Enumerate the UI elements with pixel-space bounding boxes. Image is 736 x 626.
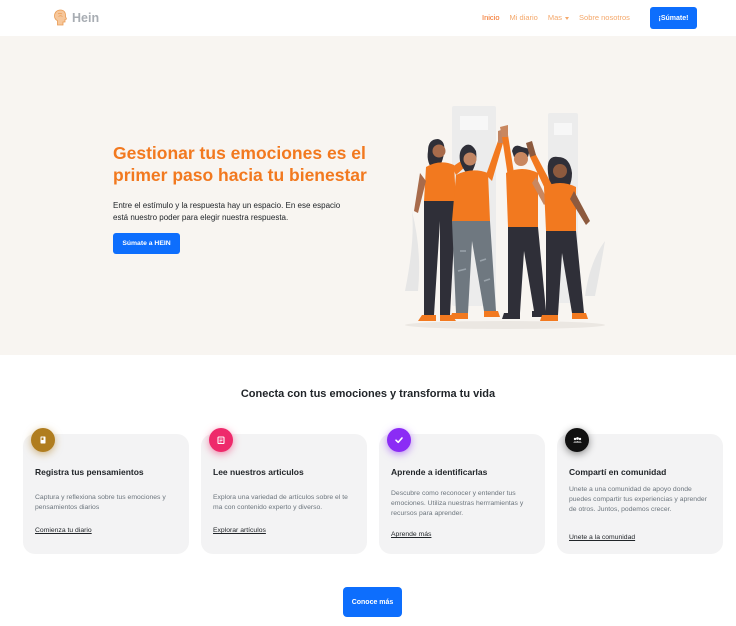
nav-links: Inicio Mi diario Mas Sobre nosotros (482, 13, 640, 22)
card-description: Descubre como reconocer y entender tus e… (391, 490, 524, 517)
nav-inicio[interactable]: Inicio (482, 13, 500, 22)
navbar: Hein Inicio Mi diario Mas Sobre nosotros… (0, 0, 736, 36)
nav-mas-dropdown[interactable]: Mas (547, 13, 570, 22)
nav-sobre-nosotros[interactable]: Sobre nosotros (579, 13, 630, 22)
join-button[interactable]: ¡Súmate! (650, 7, 697, 29)
card-comunidad: Compartí en comunidad Unete a una comuni… (557, 428, 723, 554)
explore-articles-link[interactable]: Explorar artículos (213, 527, 266, 534)
learn-more-button[interactable]: Conoce más (343, 587, 402, 617)
card-title: Aprende a identificarlas (391, 467, 488, 477)
nav-mi-diario[interactable]: Mi diario (510, 13, 538, 22)
card-title: Registra tus pensamientos (35, 467, 144, 477)
notebook-icon (31, 428, 55, 452)
card-registra: Registra tus pensamientos Captura y refl… (23, 428, 189, 554)
brand-name: Hein (72, 10, 100, 25)
start-diary-link[interactable]: Comienza tu diario (35, 527, 92, 534)
card-description: Explora una variedad de artículos sobre … (213, 494, 348, 511)
brain-logo-icon (54, 9, 68, 26)
hero-title: Gestionar tus emociones es el primer pas… (113, 143, 367, 185)
card-identificar: Aprende a identificarlas Descubre como r… (379, 428, 545, 554)
join-community-link[interactable]: Unete a la comunidad (569, 534, 635, 541)
hero-section: Gestionar tus emociones es el primer pas… (0, 36, 736, 355)
community-icon (565, 428, 589, 452)
team-high-five-illustration (405, 106, 605, 329)
section-title: Conecta con tus emociones y transforma t… (240, 388, 496, 400)
card-description: Captura y reflexiona sobre tus emociones… (35, 494, 166, 511)
hero-subtitle: Entre el estímulo y la respuesta hay un … (113, 201, 341, 222)
card-articulos: Lee nuestros articulos Explora una varie… (201, 428, 367, 554)
hero-join-button[interactable]: Súmate a HEIN (113, 233, 180, 254)
card-title: Compartí en comunidad (569, 467, 667, 477)
brand[interactable]: Hein (53, 9, 99, 26)
nav-mas-label: Mas (547, 13, 563, 22)
learn-more-link[interactable]: Aprende más (391, 531, 431, 538)
card-title: Lee nuestros articulos (213, 467, 304, 477)
card-description: Unete a una comunidad de apoyo donde pue… (569, 486, 707, 513)
check-icon (387, 428, 411, 452)
article-icon (209, 428, 233, 452)
chevron-down-icon (565, 16, 570, 20)
